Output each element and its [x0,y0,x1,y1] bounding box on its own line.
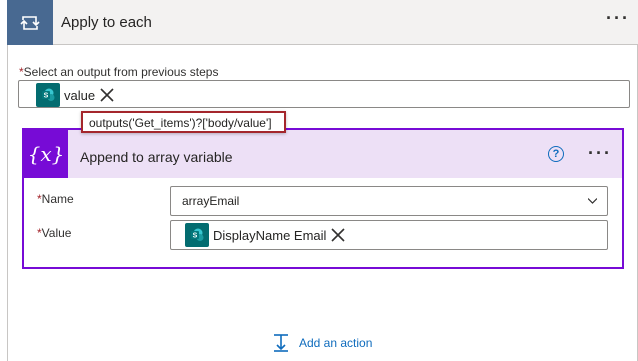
name-field-label: *Name [37,192,74,206]
svg-text:S: S [44,93,49,100]
apply-to-each-header[interactable]: Apply to each ··· [7,0,638,45]
name-dropdown-value: arrayEmail [182,194,240,208]
sharepoint-icon: S [36,83,60,107]
loop-more-options-button[interactable]: ··· [606,9,630,27]
value-token[interactable]: S value [36,83,115,107]
variable-icon: {x} [24,130,68,178]
close-icon[interactable] [330,227,346,243]
append-action-header[interactable]: {x} Append to array variable ? ··· [24,130,622,178]
close-icon[interactable] [99,87,115,103]
svg-text:S: S [193,233,198,240]
help-icon[interactable]: ? [548,146,564,162]
sharepoint-icon: S [185,223,209,247]
value-field-label: *Value [37,226,71,240]
add-an-action-label: Add an action [299,336,373,350]
select-output-label-text: Select an output from previous steps [23,65,219,79]
displayname-email-token-label: DisplayName Email [213,227,327,243]
value-field-label-text: Value [41,226,72,240]
select-output-field[interactable]: S value [18,80,630,108]
loop-icon [7,0,53,45]
expression-tooltip: outputs('Get_items')?['body/value'] [81,111,286,133]
name-dropdown[interactable]: arrayEmail [170,186,608,216]
value-field[interactable]: S DisplayName Email [170,220,608,250]
chevron-down-icon [588,198,597,204]
action-title: Append to array variable [80,149,233,165]
select-output-label: *Select an output from previous steps [19,65,218,79]
displayname-email-token[interactable]: S DisplayName Email [185,223,346,247]
add-action-icon [274,334,288,352]
value-token-label: value [64,87,96,103]
action-more-options-button[interactable]: ··· [588,144,612,162]
add-an-action-button[interactable]: Add an action [271,333,372,353]
loop-title: Apply to each [61,14,152,31]
append-to-array-variable-card: {x} Append to array variable ? ··· *Name… [22,128,624,269]
name-field-label-text: Name [41,192,74,206]
